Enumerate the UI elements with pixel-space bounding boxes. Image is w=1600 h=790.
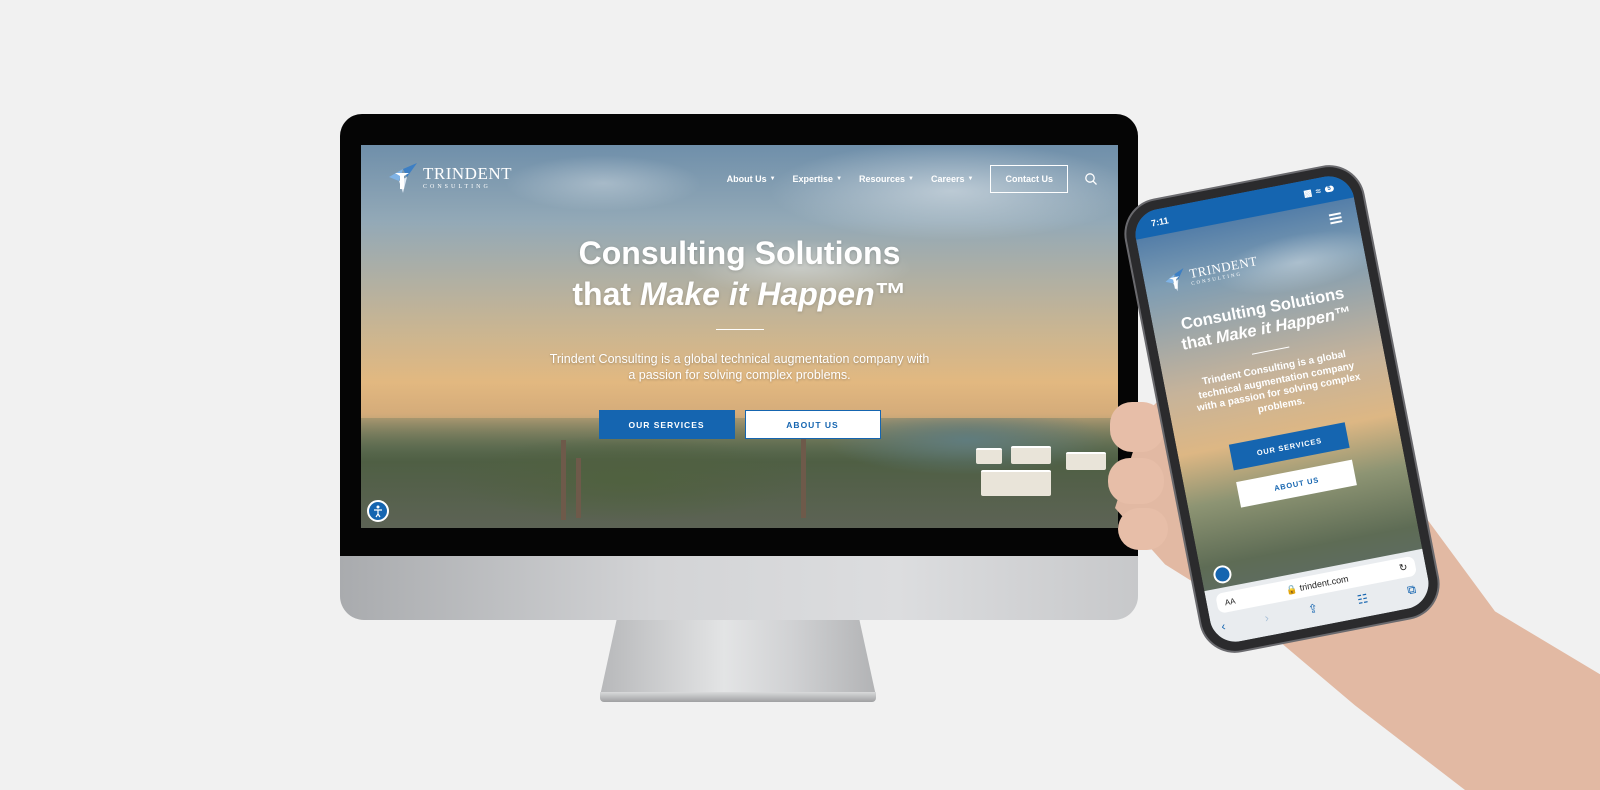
chevron-down-icon: ▼ bbox=[967, 176, 974, 182]
battery-icon: 5 bbox=[1324, 185, 1335, 193]
trindent-logo-mobile[interactable]: TRINDENT CONSULTING bbox=[1160, 251, 1260, 295]
hero-divider bbox=[715, 329, 764, 330]
chevron-down-icon: ▼ bbox=[769, 176, 776, 182]
nav-expertise[interactable]: Expertise ▼ bbox=[793, 174, 842, 184]
nav-resources[interactable]: Resources ▼ bbox=[859, 174, 914, 184]
trindent-logo[interactable]: TRINDENT CONSULTING bbox=[385, 159, 512, 195]
reload-icon[interactable]: ↻ bbox=[1398, 562, 1408, 574]
logo-name: TRINDENT bbox=[423, 163, 512, 183]
storage-tank bbox=[1066, 452, 1106, 470]
desktop-monitor-base bbox=[600, 692, 876, 702]
hero-buttons: OUR SERVICES ABOUT US bbox=[361, 410, 1118, 439]
contact-us-button[interactable]: Contact Us bbox=[990, 165, 1068, 193]
hero-description: Trindent Consulting is a global technica… bbox=[549, 352, 930, 382]
mobile-phone: 7:11 ▩ ≈ 5 TRINDENT CONSULTING Consultin… bbox=[1120, 161, 1444, 657]
bookmarks-icon[interactable]: ☷ bbox=[1356, 591, 1369, 608]
url-text: trindent.com bbox=[1298, 573, 1350, 593]
tabs-icon[interactable]: ⧉ bbox=[1406, 582, 1417, 598]
hero-section: Consulting Solutions that Make it Happen… bbox=[361, 233, 1118, 439]
chevron-down-icon: ▼ bbox=[836, 176, 843, 182]
refinery-tower bbox=[801, 428, 806, 518]
trindent-logo-mark-icon bbox=[385, 159, 421, 195]
desktop-monitor-chin bbox=[340, 556, 1138, 620]
forward-icon[interactable]: › bbox=[1263, 611, 1270, 626]
hero-title: Consulting Solutions that Make it Happen… bbox=[361, 233, 1118, 315]
mobile-hero-section: Consulting Solutions that Make it Happen… bbox=[1152, 278, 1408, 518]
share-icon[interactable]: ⇪ bbox=[1307, 601, 1320, 618]
status-time: 7:11 bbox=[1150, 215, 1170, 229]
search-icon[interactable] bbox=[1084, 172, 1098, 186]
main-menu: About Us ▼ Expertise ▼ Resources ▼ Caree… bbox=[710, 165, 1098, 193]
text-size-button[interactable]: AA bbox=[1224, 596, 1236, 607]
storage-tank bbox=[981, 470, 1051, 496]
chevron-down-icon: ▼ bbox=[908, 176, 914, 182]
nav-label: Careers bbox=[931, 174, 965, 184]
storage-tank bbox=[976, 448, 1002, 464]
trindent-logo-mark-icon bbox=[1165, 268, 1184, 292]
hero-title-trademark: ™ bbox=[1333, 303, 1353, 325]
accessibility-icon[interactable] bbox=[1211, 563, 1234, 585]
nav-label: Resources bbox=[859, 174, 906, 184]
lock-icon: 🔒 bbox=[1285, 582, 1299, 595]
about-us-button[interactable]: ABOUT US bbox=[744, 410, 881, 439]
hero-title-line2-plain: that bbox=[1180, 329, 1218, 354]
back-icon[interactable]: ‹ bbox=[1220, 619, 1227, 634]
hero-title-line1: Consulting Solutions bbox=[578, 235, 901, 271]
nav-careers[interactable]: Careers ▼ bbox=[931, 174, 973, 184]
refinery-tower bbox=[561, 440, 566, 520]
our-services-button[interactable]: OUR SERVICES bbox=[598, 410, 735, 439]
storage-tank bbox=[1011, 446, 1051, 464]
hero-divider bbox=[1251, 346, 1290, 355]
nav-about-us[interactable]: About Us ▼ bbox=[727, 174, 776, 184]
desktop-screen: TRINDENT CONSULTING About Us ▼ Expertise… bbox=[361, 145, 1118, 528]
nav-label: Expertise bbox=[792, 174, 834, 184]
wifi-icon: ≈ bbox=[1314, 185, 1322, 197]
about-us-button[interactable]: ABOUT US bbox=[1236, 459, 1357, 508]
finger bbox=[1118, 508, 1168, 550]
site-header: TRINDENT CONSULTING About Us ▼ Expertise… bbox=[361, 145, 1118, 215]
mobile-status-bar: 7:11 ▩ ≈ 5 bbox=[1131, 171, 1354, 240]
refinery-tower bbox=[576, 458, 581, 518]
mobile-hero-description: Trindent Consulting is a global technica… bbox=[1196, 348, 1362, 416]
hero-title-trademark: ™ bbox=[874, 276, 907, 312]
mobile-screen: 7:11 ▩ ≈ 5 TRINDENT CONSULTING Consultin… bbox=[1131, 171, 1433, 647]
hero-title-line2-plain: that bbox=[572, 276, 640, 312]
finger bbox=[1108, 458, 1164, 504]
logo-tagline: CONSULTING bbox=[423, 183, 491, 190]
finger bbox=[1110, 402, 1164, 452]
signal-icon: ▩ bbox=[1302, 186, 1313, 199]
accessibility-icon[interactable] bbox=[367, 500, 389, 522]
nav-label: About Us bbox=[726, 174, 767, 184]
hero-title-line2-italic: Make it Happen bbox=[639, 276, 875, 312]
desktop-monitor-stand bbox=[600, 620, 876, 696]
hamburger-icon[interactable] bbox=[1328, 212, 1343, 224]
